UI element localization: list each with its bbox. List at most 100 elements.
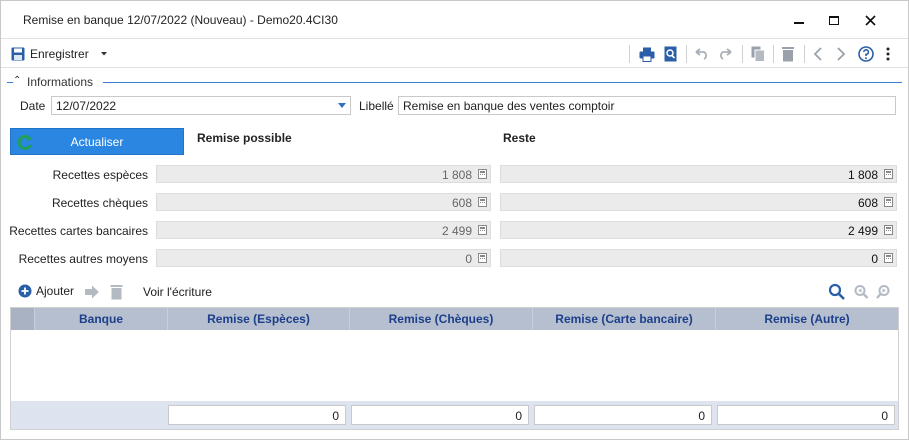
- cartes-reste-field: 2 499: [500, 221, 897, 239]
- section-divider: [103, 82, 902, 83]
- prev-icon: [813, 47, 822, 61]
- next-button[interactable]: [831, 44, 851, 64]
- ajouter-button[interactable]: Ajouter: [18, 284, 74, 298]
- close-button[interactable]: [855, 7, 885, 33]
- calculator-icon[interactable]: [884, 253, 893, 263]
- undo-button[interactable]: [692, 44, 712, 64]
- total-autre: 0: [717, 405, 895, 425]
- calculator-icon[interactable]: [884, 225, 893, 235]
- libelle-value: Remise en banque des ventes comptoir: [403, 99, 615, 113]
- row-selector-header: [11, 308, 35, 330]
- cheques-reste-field: 608: [500, 193, 897, 211]
- total-carte: 0: [534, 405, 712, 425]
- maximize-icon: [829, 15, 839, 25]
- window-title: Remise en banque 12/07/2022 (Nouveau) - …: [23, 13, 338, 27]
- search-icon[interactable]: [828, 283, 846, 301]
- search-previous-icon[interactable]: [853, 284, 869, 300]
- copy-icon: [751, 46, 765, 62]
- especes-possible-field: 1 808: [156, 165, 491, 183]
- column-header-carte[interactable]: Remise (Carte bancaire): [533, 308, 716, 330]
- date-field[interactable]: 12/07/2022: [51, 96, 351, 115]
- column-header-autre[interactable]: Remise (Autre): [716, 308, 898, 330]
- redo-icon: [720, 48, 732, 60]
- reste-header: Reste: [503, 131, 536, 145]
- toolbar-separator: [773, 45, 774, 63]
- title-bar: Remise en banque 12/07/2022 (Nouveau) - …: [1, 1, 908, 37]
- delete-icon[interactable]: [110, 284, 123, 300]
- toolbar-separator: [629, 45, 630, 63]
- autres-reste-field: 0: [500, 249, 897, 267]
- save-label: Enregistrer: [30, 47, 89, 61]
- calculator-icon[interactable]: [478, 253, 487, 263]
- minimize-icon: [794, 22, 804, 24]
- calculator-icon[interactable]: [478, 169, 487, 179]
- preview-button[interactable]: [660, 44, 680, 64]
- help-icon: [858, 46, 874, 62]
- arrow-right-icon[interactable]: [84, 285, 100, 299]
- toolbar-separator: [804, 45, 805, 63]
- chevron-down-icon[interactable]: [338, 103, 346, 108]
- cheques-possible-field: 608: [156, 193, 491, 211]
- toolbar-separator: [742, 45, 743, 63]
- delete-button[interactable]: [778, 44, 798, 64]
- prev-button[interactable]: [808, 44, 828, 64]
- save-button[interactable]: Enregistrer: [11, 45, 108, 63]
- calculator-icon[interactable]: [478, 197, 487, 207]
- remises-table: Banque Remise (Espèces) Remise (Chèques)…: [10, 307, 899, 430]
- calculator-icon[interactable]: [478, 225, 487, 235]
- cartes-reste-value: 2 499: [847, 224, 878, 238]
- search-next-icon[interactable]: [876, 284, 892, 300]
- minimize-button[interactable]: [784, 7, 814, 33]
- save-icon: [11, 47, 25, 61]
- redo-button[interactable]: [715, 44, 735, 64]
- maximize-button[interactable]: [819, 7, 849, 33]
- column-header-banque[interactable]: Banque: [35, 308, 168, 330]
- autres-possible-value: 0: [465, 252, 472, 266]
- column-header-cheques[interactable]: Remise (Chèques): [350, 308, 533, 330]
- autres-possible-field: 0: [156, 249, 491, 267]
- ajouter-label: Ajouter: [36, 284, 75, 298]
- actualiser-button[interactable]: Actualiser: [10, 128, 184, 155]
- close-icon: [864, 14, 876, 26]
- calculator-icon[interactable]: [884, 169, 893, 179]
- print-icon: [639, 47, 655, 62]
- cheques-reste-value: 608: [857, 196, 878, 210]
- window: Remise en banque 12/07/2022 (Nouveau) - …: [0, 0, 909, 440]
- toolbar: Enregistrer: [1, 38, 908, 68]
- voir-ecriture-button[interactable]: Voir l'écriture: [143, 285, 212, 299]
- cartes-possible-field: 2 499: [156, 221, 491, 239]
- especes-possible-value: 1 808: [441, 168, 472, 182]
- help-button[interactable]: [856, 44, 876, 64]
- libelle-field[interactable]: Remise en banque des ventes comptoir: [398, 96, 896, 115]
- print-button[interactable]: [637, 44, 657, 64]
- next-icon: [837, 47, 846, 61]
- total-cheques: 0: [351, 405, 529, 425]
- toolbar-separator: [686, 45, 687, 63]
- autres-reste-value: 0: [871, 252, 878, 266]
- especes-reste-field: 1 808: [500, 165, 897, 183]
- row-label: Recettes autres moyens: [18, 252, 148, 266]
- section-title: Informations: [27, 75, 94, 89]
- more-button[interactable]: [878, 44, 898, 64]
- preview-icon: [664, 46, 676, 62]
- cheques-possible-value: 608: [451, 196, 472, 210]
- undo-icon: [695, 48, 707, 60]
- total-especes: 0: [168, 405, 346, 425]
- row-label: Recettes chèques: [51, 196, 148, 210]
- libelle-label: Libellé: [359, 99, 394, 113]
- date-label: Date: [20, 99, 46, 113]
- actualiser-label: Actualiser: [70, 134, 124, 149]
- delete-icon: [782, 47, 794, 62]
- dropdown-caret-icon[interactable]: [100, 51, 108, 57]
- cartes-possible-value: 2 499: [441, 224, 472, 238]
- refresh-icon: [17, 134, 32, 150]
- grid-toolbar: Ajouter Voir l'écriture: [10, 280, 899, 304]
- more-icon: [886, 47, 890, 61]
- row-label: Recettes espèces: [52, 168, 148, 182]
- copy-button[interactable]: [748, 44, 768, 64]
- calculator-icon[interactable]: [884, 197, 893, 207]
- column-header-especes[interactable]: Remise (Espèces): [168, 308, 350, 330]
- row-label: Recettes cartes bancaires: [9, 224, 148, 238]
- chevron-up-icon[interactable]: ⌃: [13, 75, 21, 86]
- section-informations[interactable]: ⌃ Informations: [7, 74, 902, 90]
